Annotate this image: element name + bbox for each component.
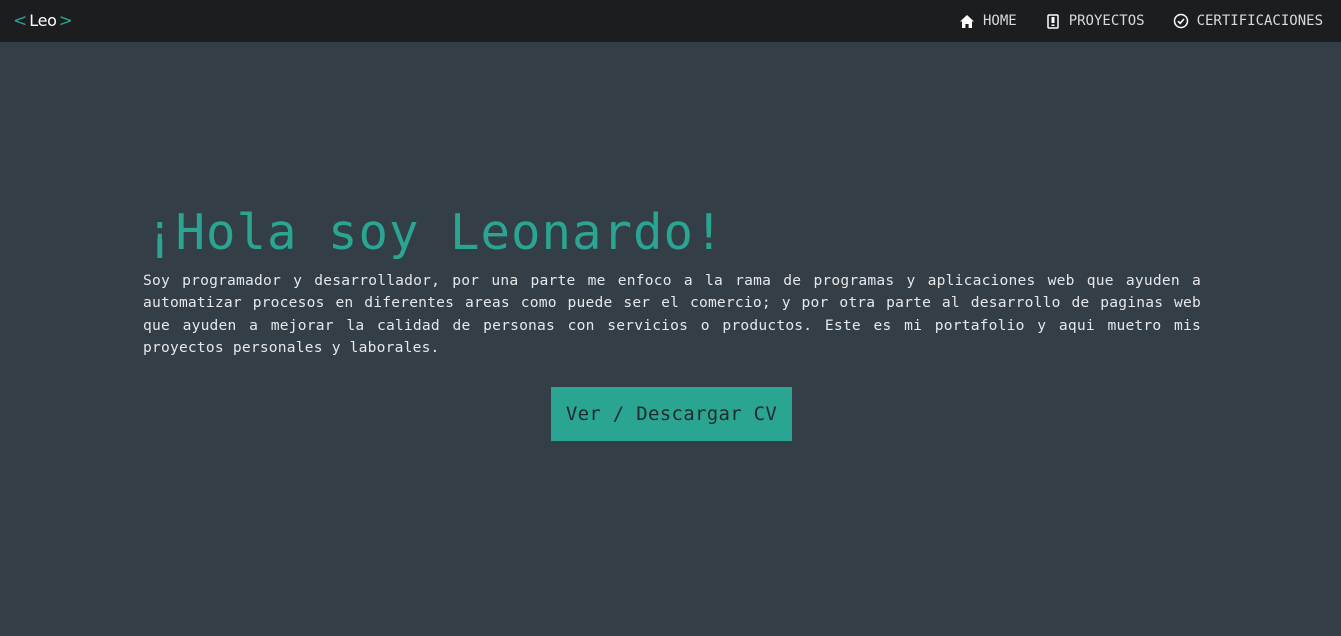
nav-item-label: PROYECTOS	[1068, 13, 1145, 29]
brand-logo[interactable]: < Leo >	[13, 10, 73, 32]
hero-description: Soy programador y desarrollador, por una…	[143, 272, 1201, 356]
main-nav: HOME PROYECTOS CERTIFICACIONES	[931, 0, 1323, 42]
navbar: < Leo > HOME PROYECTOS CERTIFICACIONES	[0, 0, 1341, 42]
check-circle-icon	[1173, 13, 1189, 29]
left-chevron: <	[13, 11, 28, 31]
project-icon	[1045, 13, 1061, 29]
cv-download-button[interactable]: Ver / Descargar CV	[551, 387, 792, 441]
nav-item-certificaciones[interactable]: CERTIFICACIONES	[1173, 13, 1323, 29]
home-icon	[959, 13, 975, 29]
nav-item-label: HOME	[982, 13, 1017, 29]
nav-item-proyectos[interactable]: PROYECTOS	[1045, 13, 1145, 29]
nav-item-home[interactable]: HOME	[959, 13, 1017, 29]
brand-name: Leo	[29, 11, 57, 30]
hero-title: ¡Hola soy Leonardo!	[145, 204, 725, 261]
right-chevron: >	[58, 11, 73, 31]
nav-item-label: CERTIFICACIONES	[1196, 13, 1323, 29]
